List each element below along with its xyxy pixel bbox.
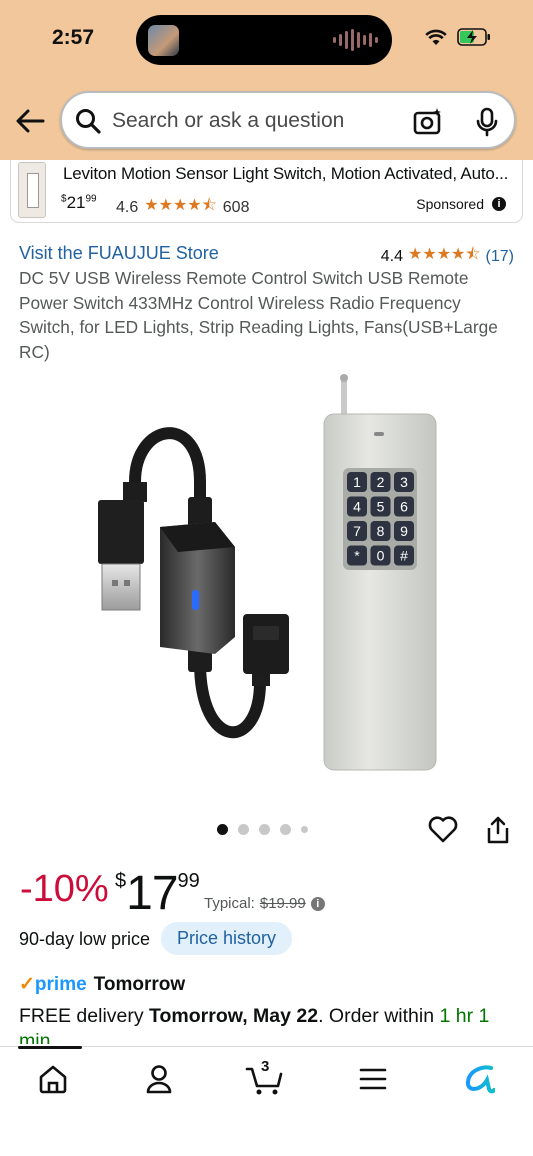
mic-icon[interactable]	[474, 107, 500, 137]
menu-icon	[359, 1068, 387, 1090]
status-icons	[425, 28, 491, 46]
keypad-key-label: 1	[353, 474, 361, 490]
price-history-button[interactable]: Price history	[161, 922, 293, 955]
product-title: DC 5V USB Wireless Remote Control Switch…	[19, 268, 498, 362]
discount-percentage: -10%	[20, 868, 109, 910]
star-rating-icon: ★★★★⯪	[144, 197, 217, 214]
info-icon[interactable]: i	[492, 197, 506, 211]
keypad-key-label: 9	[400, 523, 408, 539]
call-avatar	[148, 25, 179, 56]
sponsored-rating: 4.6 ★★★★⯪ 608	[116, 194, 249, 221]
carousel-dot[interactable]	[259, 824, 270, 835]
carousel-dot[interactable]	[301, 826, 308, 833]
heart-icon[interactable]	[428, 815, 458, 843]
search-input[interactable]	[112, 109, 412, 133]
info-icon[interactable]: i	[310, 896, 325, 911]
product-image[interactable]: 1 2 3 4 5 6 7 8 9 * 0 #	[60, 372, 480, 777]
carousel-dot[interactable]	[238, 824, 249, 835]
battery-charging-icon	[457, 28, 490, 46]
sponsored-label[interactable]: Sponsored i	[416, 196, 506, 212]
keypad-key-label: 2	[377, 474, 385, 490]
back-arrow-icon[interactable]	[14, 106, 46, 136]
top-header: 2:57	[0, 0, 533, 160]
carousel-dot[interactable]	[280, 824, 291, 835]
home-icon	[39, 1065, 67, 1094]
image-carousel-dots[interactable]	[217, 824, 308, 835]
keypad-key-label: 5	[377, 499, 385, 515]
keypad-key-label: 7	[353, 523, 361, 539]
keypad-key-label: 6	[400, 499, 408, 515]
prime-delivery-row: ✓ prime Tomorrow	[19, 973, 186, 996]
scroll-indicator	[18, 1046, 82, 1049]
nav-account[interactable]	[139, 1061, 179, 1097]
keypad-key-label: #	[400, 548, 408, 564]
keypad-key-label: 3	[400, 474, 408, 490]
sponsored-title[interactable]: Leviton Motion Sensor Light Switch, Moti…	[63, 164, 518, 184]
delivery-info: FREE delivery Tomorrow, May 22. Order wi…	[19, 1005, 490, 1044]
audio-wave-icon	[333, 29, 378, 51]
keypad-key-label: 0	[377, 548, 385, 564]
typical-price: Typical: $19.99 i	[204, 895, 325, 912]
search-icon	[76, 109, 101, 134]
sponsored-price: $2199	[61, 193, 97, 212]
dynamic-island	[136, 15, 392, 65]
search-bar[interactable]	[60, 91, 516, 149]
share-icon[interactable]	[485, 815, 511, 845]
keypad-key-label: *	[354, 548, 360, 564]
prime-check-icon: ✓	[19, 974, 35, 995]
bottom-nav: 3	[0, 1046, 533, 1156]
store-link[interactable]: Visit the FUAUJUE Store	[19, 243, 219, 264]
wifi-icon	[425, 29, 447, 45]
low-price-label: 90-day low price	[19, 929, 151, 949]
nav-rufus[interactable]	[459, 1061, 499, 1097]
rufus-icon	[466, 1065, 495, 1094]
nav-home[interactable]	[33, 1061, 73, 1097]
prime-logo: prime	[34, 973, 87, 995]
sponsored-product-image[interactable]	[18, 162, 46, 218]
keypad-key-label: 4	[353, 499, 361, 515]
nav-cart[interactable]: 3	[245, 1058, 285, 1097]
current-price: $1799	[115, 867, 200, 920]
sponsored-banner[interactable]: Leviton Motion Sensor Light Switch, Moti…	[10, 160, 523, 223]
camera-icon[interactable]	[413, 107, 443, 135]
status-time: 2:57	[52, 26, 95, 49]
carousel-dot[interactable]	[217, 824, 228, 835]
nav-menu[interactable]	[353, 1061, 393, 1097]
keypad-key-label: 8	[377, 523, 385, 539]
cart-count-badge: 3	[261, 1058, 270, 1075]
account-icon	[146, 1065, 172, 1094]
